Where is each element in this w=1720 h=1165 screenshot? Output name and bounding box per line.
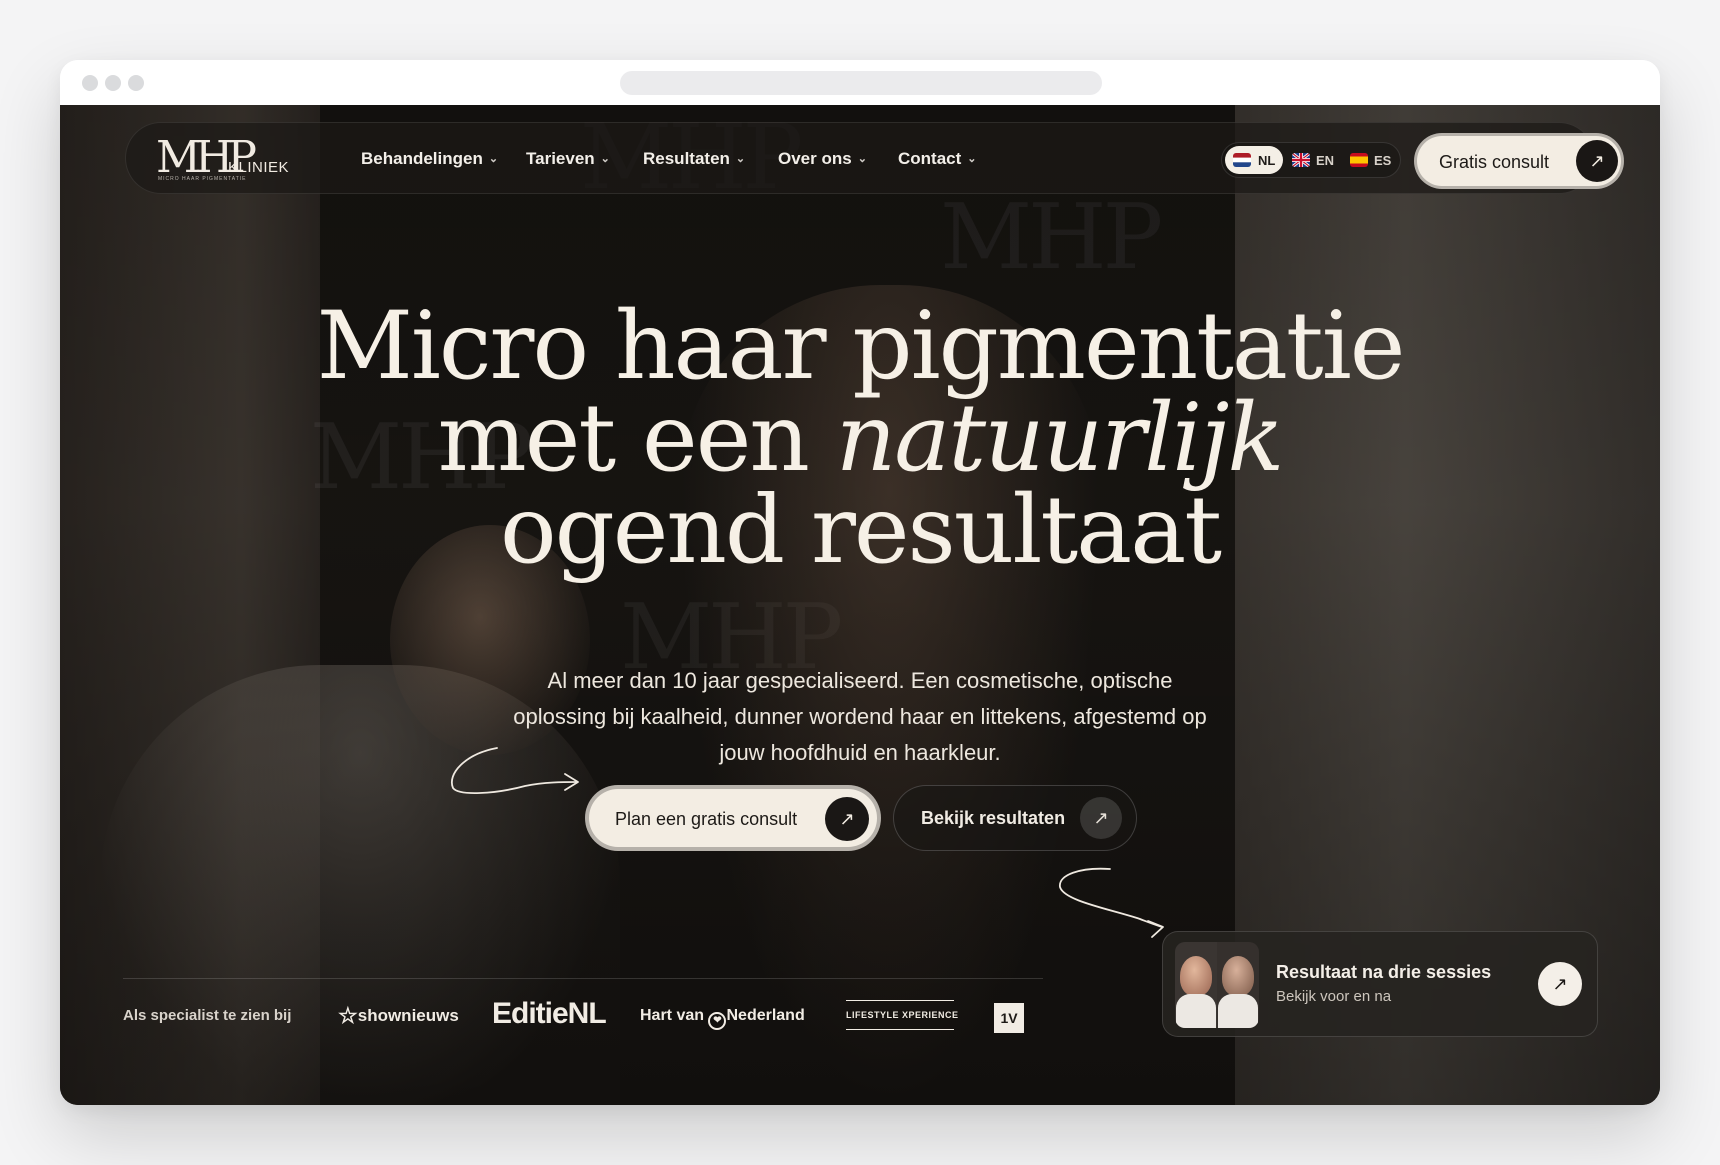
plan-gratis-consult-button[interactable]: Plan een gratis consult ↗: [585, 785, 881, 851]
language-code: ES: [1374, 153, 1392, 168]
window-maximize-dot[interactable]: [128, 75, 144, 91]
chevron-down-icon: ⌄: [600, 153, 610, 165]
nav-item-tarieven[interactable]: Tarieven ⌄: [526, 149, 610, 171]
language-option-nl[interactable]: NL: [1225, 146, 1283, 174]
after-photo: [1217, 942, 1259, 1028]
arrow-up-right-icon: ↗: [1538, 962, 1582, 1006]
nav-item-contact[interactable]: Contact ⌄: [898, 149, 977, 171]
headline-line-1: Micro haar pigmentatie: [316, 292, 1406, 401]
shoulder-shape: [1176, 994, 1216, 1028]
shoulder-shape: [1218, 994, 1258, 1028]
gratis-consult-button[interactable]: Gratis consult ↗: [1414, 133, 1624, 189]
heart-icon: ❤: [708, 1012, 727, 1030]
uk-flag-icon: [1292, 153, 1310, 167]
window-minimize-dot[interactable]: [105, 75, 121, 91]
hero-subtext: Al meer dan 10 jaar gespecialiseerd. Een…: [513, 668, 1207, 765]
language-option-en[interactable]: EN: [1288, 146, 1342, 174]
result-card-subtitle: Bekijk voor en na: [1276, 988, 1392, 1005]
browser-chrome: [60, 60, 1660, 105]
button-label: Bekijk resultaten: [921, 808, 1066, 828]
address-bar[interactable]: [620, 71, 1102, 95]
nav-item-label: Behandelingen: [361, 149, 483, 168]
before-after-thumbnail: [1175, 942, 1259, 1028]
shownieuws-logo[interactable]: ☆shownieuws: [338, 1003, 459, 1029]
scalp-shape: [1222, 956, 1254, 996]
arrow-up-right-icon: ↗: [825, 797, 869, 841]
nav-item-label: Over ons: [778, 149, 852, 168]
logo-wordmark: KLINIEK: [228, 159, 290, 176]
decorative-arrow-icon: [450, 747, 579, 794]
result-card[interactable]: Resultaat na drie sessies Bekijk voor en…: [1162, 931, 1598, 1037]
hero-headline: Micro haar pigmentatie met een natuurlij…: [60, 292, 1660, 585]
editienl-logo[interactable]: EditieNL: [492, 997, 607, 1031]
logo-text: EditieNL: [492, 997, 607, 1030]
bekijk-resultaten-button[interactable]: Bekijk resultaten ↗: [893, 785, 1137, 851]
press-label: Als specialist te zien bij: [123, 1007, 292, 1024]
headline-line-3: ogend resultaat: [499, 476, 1222, 585]
logo-text: Hart van: [640, 1007, 705, 1024]
nav-item-resultaten[interactable]: Resultaten ⌄: [643, 149, 745, 171]
window-close-dot[interactable]: [82, 75, 98, 91]
hart-van-nederland-logo[interactable]: Hart van ❤ Nederland: [640, 1007, 805, 1030]
nav-item-behandelingen[interactable]: Behandelingen ⌄: [361, 149, 498, 171]
scalp-shape: [1180, 956, 1212, 996]
nav-item-label: Contact: [898, 149, 962, 168]
netherlands-flag-icon: [1233, 153, 1251, 167]
logo-text: Nederland: [726, 1007, 805, 1024]
logo-text: shownieuws: [357, 1006, 459, 1025]
browser-window: MHP MHP MHP MHP MHP KLINIEK MICRO HAAR P…: [60, 60, 1660, 1105]
logo-tagline: MICRO HAAR PIGMENTATIE: [158, 176, 247, 182]
main-navbar: MHP KLINIEK MICRO HAAR PIGMENTATIE Behan…: [125, 122, 1624, 194]
press-divider: [123, 978, 1043, 979]
language-switcher: NL EN ES: [1221, 142, 1401, 178]
button-label: Plan een gratis consult: [615, 809, 798, 829]
button-label: Gratis consult: [1439, 152, 1550, 172]
logo-text: 1V: [1000, 1010, 1018, 1026]
site-logo[interactable]: MHP KLINIEK MICRO HAAR PIGMENTATIE: [156, 133, 290, 185]
logo-text: LIFESTYLE XPERIENCE: [846, 1010, 959, 1020]
chevron-down-icon: ⌄: [857, 153, 867, 165]
language-option-es[interactable]: ES: [1346, 146, 1398, 174]
hero-section: MHP MHP MHP MHP MHP KLINIEK MICRO HAAR P…: [60, 105, 1660, 1105]
language-code: NL: [1258, 153, 1276, 168]
chevron-down-icon: ⌄: [735, 153, 746, 165]
nav-item-label: Resultaten: [643, 149, 730, 168]
1v-logo[interactable]: 1V: [994, 1003, 1024, 1033]
before-photo: [1175, 942, 1217, 1028]
arrow-up-right-icon: ↗: [1576, 140, 1618, 182]
chevron-down-icon: ⌄: [967, 153, 977, 165]
lifestyle-xperience-logo[interactable]: LIFESTYLE XPERIENCE: [846, 1000, 958, 1030]
chevron-down-icon: ⌄: [488, 153, 499, 165]
star-icon: ☆: [338, 1003, 358, 1028]
nav-item-label: Tarieven: [526, 149, 595, 168]
nav-item-over-ons[interactable]: Over ons ⌄: [778, 149, 867, 171]
decorative-arrow-icon: [1059, 867, 1164, 938]
language-code: EN: [1316, 153, 1335, 168]
headline-line-2: met een natuurlijk: [60, 392, 1660, 486]
arrow-up-right-icon: ↗: [1080, 797, 1122, 839]
spain-flag-icon: [1350, 153, 1368, 167]
result-card-title: Resultaat na drie sessies: [1276, 962, 1492, 982]
